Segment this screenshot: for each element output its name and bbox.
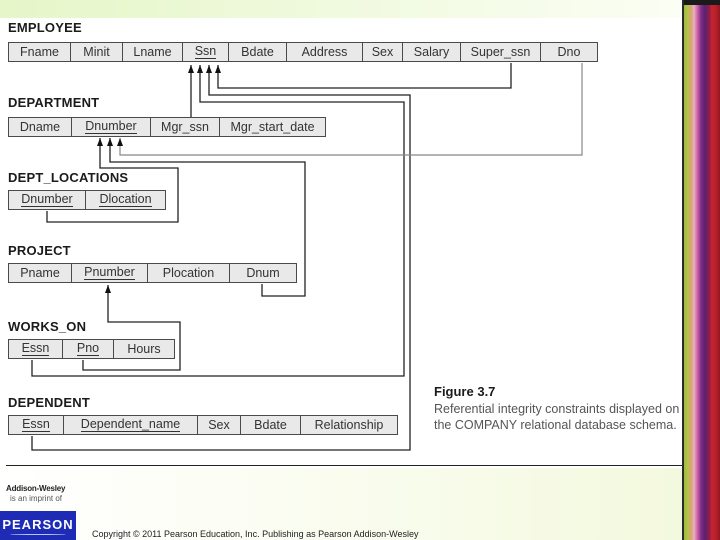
attribute-essn: Essn bbox=[9, 340, 63, 358]
relation-works-on: Essn Pno Hours bbox=[8, 339, 175, 359]
attribute-lname: Lname bbox=[123, 43, 183, 61]
relation-employee: Fname Minit Lname Ssn Bdate Address Sex Salary S… bbox=[8, 42, 598, 62]
attribute-sex: Sex bbox=[198, 416, 241, 434]
stripe-top-edge bbox=[684, 0, 720, 5]
attribute-label: Dname bbox=[19, 120, 61, 134]
attribute-fname: Fname bbox=[9, 43, 71, 61]
attribute-pno: Pno bbox=[63, 340, 114, 358]
attribute-label: Sex bbox=[208, 418, 230, 432]
pearson-swoosh-icon bbox=[10, 533, 66, 535]
top-decorative-band bbox=[0, 0, 682, 18]
attribute-label: Bdate bbox=[254, 418, 287, 432]
attribute-super-ssn: Super_ssn bbox=[461, 43, 541, 61]
decorative-color-stripe bbox=[682, 0, 720, 540]
attribute-dnum: Dnum bbox=[230, 264, 296, 282]
attribute-plocation: Plocation bbox=[148, 264, 230, 282]
figure-title: Figure 3.7 bbox=[434, 384, 496, 399]
relation-title-employee: EMPLOYEE bbox=[8, 20, 82, 35]
attribute-sex: Sex bbox=[363, 43, 403, 61]
attribute-address: Address bbox=[287, 43, 363, 61]
relation-dept-locations: Dnumber Dlocation bbox=[8, 190, 166, 210]
attribute-pnumber: Pnumber bbox=[72, 264, 148, 282]
attribute-label: Pname bbox=[20, 266, 60, 280]
attribute-label: Essn bbox=[22, 417, 50, 432]
attribute-bdate: Bdate bbox=[229, 43, 287, 61]
attribute-dname: Dname bbox=[9, 118, 72, 136]
attribute-label: Dnum bbox=[246, 266, 280, 280]
footer-divider bbox=[6, 465, 682, 466]
attribute-pname: Pname bbox=[9, 264, 72, 282]
attribute-label: Essn bbox=[21, 341, 50, 356]
relation-title-project: PROJECT bbox=[8, 243, 71, 258]
relation-title-dept-locations: DEPT_LOCATIONS bbox=[8, 170, 129, 185]
attribute-label: Sex bbox=[371, 45, 394, 59]
attribute-label: Lname bbox=[133, 45, 172, 59]
attribute-label: Plocation bbox=[162, 266, 215, 280]
attribute-label: Dnumber bbox=[85, 119, 137, 134]
attribute-salary: Salary bbox=[403, 43, 461, 61]
attribute-label: Fname bbox=[20, 45, 59, 59]
attribute-label: Dno bbox=[557, 45, 581, 59]
ref-line-super-ssn-to-ssn bbox=[215, 63, 512, 89]
attribute-dnumber: Dnumber bbox=[9, 191, 86, 209]
attribute-label: Dnumber bbox=[21, 192, 73, 207]
attribute-essn: Essn bbox=[9, 416, 64, 434]
addison-wesley-logo: Addison-Wesley bbox=[6, 484, 66, 493]
attribute-hours: Hours bbox=[114, 340, 174, 358]
relation-dependent: Essn Dependent_name Sex Bdate Relationship bbox=[8, 415, 398, 435]
attribute-label: Address bbox=[301, 45, 348, 59]
attribute-label: Pnumber bbox=[84, 265, 135, 280]
ref-line-works-on-essn-to-ssn bbox=[31, 65, 405, 377]
attribute-mgr-ssn: Mgr_ssn bbox=[151, 118, 220, 136]
attribute-label: Dlocation bbox=[99, 192, 152, 207]
attribute-bdate: Bdate bbox=[241, 416, 301, 434]
attribute-dnumber: Dnumber bbox=[72, 118, 151, 136]
attribute-label: Dependent_name bbox=[80, 417, 181, 432]
pearson-logo: PEARSON bbox=[0, 511, 76, 540]
attribute-label: Salary bbox=[413, 45, 450, 59]
relation-title-department: DEPARTMENT bbox=[8, 95, 100, 110]
attribute-dno: Dno bbox=[541, 43, 597, 61]
relation-project: Pname Pnumber Plocation Dnum bbox=[8, 263, 297, 283]
attribute-relationship: Relationship bbox=[301, 416, 397, 434]
attribute-label: Mgr_ssn bbox=[161, 120, 209, 134]
ref-line-dno-to-dnumber bbox=[117, 63, 583, 156]
relation-department: Dname Dnumber Mgr_ssn Mgr_start_date bbox=[8, 117, 326, 137]
attribute-label: Relationship bbox=[314, 418, 384, 432]
copyright-notice: Copyright © 2011 Pearson Education, Inc.… bbox=[92, 529, 419, 539]
attribute-dependent-name: Dependent_name bbox=[64, 416, 198, 434]
attribute-label: Minit bbox=[83, 45, 110, 59]
attribute-dlocation: Dlocation bbox=[86, 191, 165, 209]
attribute-label: Bdate bbox=[241, 45, 274, 59]
relation-title-works-on: WORKS_ON bbox=[8, 319, 87, 334]
attribute-label: Super_ssn bbox=[470, 45, 531, 59]
attribute-label: Hours bbox=[127, 342, 161, 356]
imprint-text: is an imprint of bbox=[10, 494, 63, 503]
figure-caption: Referential integrity constraints displa… bbox=[434, 402, 680, 432]
pearson-logo-text: PEARSON bbox=[2, 516, 74, 532]
attribute-minit: Minit bbox=[71, 43, 123, 61]
attribute-label: Pno bbox=[76, 341, 100, 356]
relation-title-dependent: DEPENDENT bbox=[8, 395, 90, 410]
attribute-label: Ssn bbox=[194, 44, 217, 59]
attribute-mgr-start-date: Mgr_start_date bbox=[220, 118, 325, 136]
attribute-ssn: Ssn bbox=[183, 43, 229, 61]
attribute-label: Mgr_start_date bbox=[230, 120, 315, 134]
